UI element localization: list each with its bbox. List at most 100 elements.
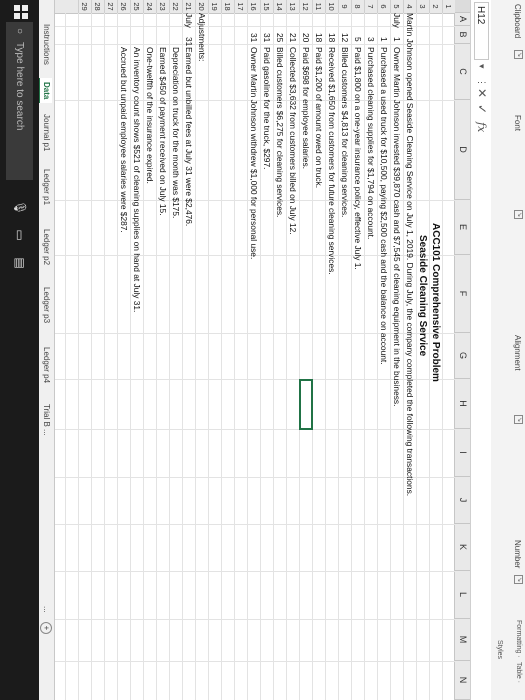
row-header-19[interactable]: 19 xyxy=(208,0,221,13)
clipboard-launcher-icon[interactable]: ↘ xyxy=(514,50,523,59)
font-group-label: Font xyxy=(513,115,522,132)
formula-input[interactable] xyxy=(474,150,489,690)
enter-entry-icon[interactable]: ✓ xyxy=(474,104,489,114)
select-all-corner[interactable] xyxy=(455,0,470,13)
column-header-i[interactable]: I xyxy=(455,429,470,477)
more-tabs-button[interactable]: ... xyxy=(40,602,52,617)
row-header-8[interactable]: 8 xyxy=(351,0,364,13)
task-view-icon[interactable]: ▭ xyxy=(13,228,27,242)
row-header-26[interactable]: 26 xyxy=(117,0,130,13)
transaction-day: 25 xyxy=(275,33,285,43)
taskbar-search-box[interactable]: ○ Type here to search xyxy=(6,22,33,180)
alignment-launcher-icon[interactable]: ↘ xyxy=(514,415,523,424)
sheet-tab-ledger-p2[interactable]: Ledger p2 xyxy=(40,225,52,269)
styles-group-label: Styles xyxy=(496,640,503,660)
sheet-tab-ledger-p4[interactable]: Ledger p4 xyxy=(40,343,52,387)
add-sheet-icon[interactable]: + xyxy=(40,622,52,634)
transaction-text: Purchased cleaning supplies for $1,794 o… xyxy=(366,47,376,240)
column-header-c[interactable]: C xyxy=(455,44,470,100)
row-header-28[interactable]: 28 xyxy=(91,0,104,13)
month-label: July xyxy=(392,13,402,28)
column-header-j[interactable]: J xyxy=(455,477,470,524)
adjustments-day: 31 xyxy=(184,37,194,47)
column-header-k[interactable]: K xyxy=(455,524,470,571)
row-header-23[interactable]: 23 xyxy=(156,0,169,13)
row-header-25[interactable]: 25 xyxy=(130,0,143,13)
column-header-g[interactable]: G xyxy=(455,333,470,379)
column-header-d[interactable]: D xyxy=(455,100,470,200)
worksheet-grid[interactable]: ACC101 Comprehensive Problem Seaside Cle… xyxy=(55,13,455,700)
row-header-11[interactable]: 11 xyxy=(312,0,325,13)
row-header-14[interactable]: 14 xyxy=(273,0,286,13)
transaction-text: Paid $698 for employee salaries. xyxy=(301,47,311,169)
row-header-5[interactable]: 5 xyxy=(390,0,403,13)
transaction-day: 3 xyxy=(366,37,376,42)
sheet-tab-ledger-p1[interactable]: Ledger p1 xyxy=(40,165,52,209)
adjustment-text: Earned but unbilled fees at July 31 were… xyxy=(184,47,194,227)
transaction-text: Received $1,650 from customers for futur… xyxy=(327,47,337,275)
windows-start-icon[interactable] xyxy=(13,4,29,20)
search-placeholder: Type here to search xyxy=(14,42,25,131)
row-header-15[interactable]: 15 xyxy=(260,0,273,13)
formula-bar: H12 ▾ ⋮ ✕ ✓ fx xyxy=(470,0,491,700)
row-header-9[interactable]: 9 xyxy=(338,0,351,13)
transaction-day: 18 xyxy=(327,33,337,43)
sheet-tab-data[interactable]: Data xyxy=(38,78,52,104)
column-header-a[interactable]: A xyxy=(455,13,470,26)
transaction-text: Purchased a used truck for $10,500, payi… xyxy=(379,47,389,365)
row-header-2[interactable]: 2 xyxy=(429,0,442,13)
selected-cell-h12[interactable] xyxy=(299,379,313,430)
row-header-13[interactable]: 13 xyxy=(286,0,299,13)
alignment-group-label: Alignment xyxy=(513,335,522,371)
transaction-text: Billed customers $4,813 for cleaning ser… xyxy=(340,47,350,218)
row-header-24[interactable]: 24 xyxy=(143,0,156,13)
file-explorer-icon[interactable]: ▤ xyxy=(13,256,27,270)
column-header-b[interactable]: B xyxy=(455,26,470,44)
sheet-tab-journal-p1[interactable]: Journal p1 xyxy=(40,110,52,155)
row-header-12[interactable]: 12 xyxy=(299,0,312,13)
conditional-formatting-button[interactable]: Formatting · xyxy=(515,620,522,658)
column-header-l[interactable]: L xyxy=(455,571,470,619)
column-header-m[interactable]: M xyxy=(455,619,470,661)
row-header-7[interactable]: 7 xyxy=(364,0,377,13)
row-header-1[interactable]: 1 xyxy=(442,0,455,13)
column-header-n[interactable]: N xyxy=(455,661,470,700)
cancel-entry-icon[interactable]: ✕ xyxy=(474,88,489,98)
row-header-10[interactable]: 10 xyxy=(325,0,338,13)
column-header-h[interactable]: H xyxy=(455,379,470,429)
transaction-text: Billed customers $6,275 for cleaning ser… xyxy=(275,47,285,218)
row-header-3[interactable]: 3 xyxy=(416,0,429,13)
sheet-tab-ledger-p3[interactable]: Ledger p3 xyxy=(40,283,52,327)
transaction-text: Paid gasoline for the truck, $297. xyxy=(262,47,272,170)
search-icon: ○ xyxy=(14,28,25,35)
row-header-27[interactable]: 27 xyxy=(104,0,117,13)
row-header-4[interactable]: 4 xyxy=(403,0,416,13)
column-header-f[interactable]: F xyxy=(455,255,470,333)
transaction-text: Collected $3,632 from customers billed o… xyxy=(288,47,298,235)
microphone-icon[interactable]: 🎙 xyxy=(13,200,27,215)
sheet-tab-trial-b[interactable]: Trial B ... xyxy=(40,400,52,440)
name-box-dropdown-icon[interactable]: ▾ xyxy=(474,64,489,69)
column-header-e[interactable]: E xyxy=(455,200,470,255)
name-box[interactable]: H12 xyxy=(474,2,489,60)
number-launcher-icon[interactable]: ↘ xyxy=(514,575,523,584)
row-header-22[interactable]: 22 xyxy=(169,0,182,13)
insert-function-icon[interactable]: fx xyxy=(474,122,489,132)
row-header-16[interactable]: 16 xyxy=(247,0,260,13)
row-header-21[interactable]: 21 xyxy=(182,0,195,13)
clipboard-group-label: Clipboard xyxy=(513,4,522,39)
row-header-6[interactable]: 6 xyxy=(377,0,390,13)
row-header-18[interactable]: 18 xyxy=(221,0,234,13)
more-options-icon: ⋮ xyxy=(477,78,487,87)
font-launcher-icon[interactable]: ↘ xyxy=(514,210,523,219)
row-header-20[interactable]: 20 xyxy=(195,0,208,13)
row-header-29[interactable]: 29 xyxy=(78,0,91,13)
format-as-table-button[interactable]: Table · xyxy=(515,662,522,683)
transaction-text: Owner Martin Johnson withdrew $1,000 for… xyxy=(249,47,259,260)
sheet-tab-instructions[interactable]: Instructions xyxy=(40,20,52,69)
transaction-day: 1 xyxy=(379,37,389,42)
column-headers: A B C D E F G H I J K L M N xyxy=(454,0,470,700)
transaction-text: Paid $1,800 on a one-year insurance poli… xyxy=(353,47,363,270)
transaction-day: 5 xyxy=(353,37,363,42)
row-header-17[interactable]: 17 xyxy=(234,0,247,13)
